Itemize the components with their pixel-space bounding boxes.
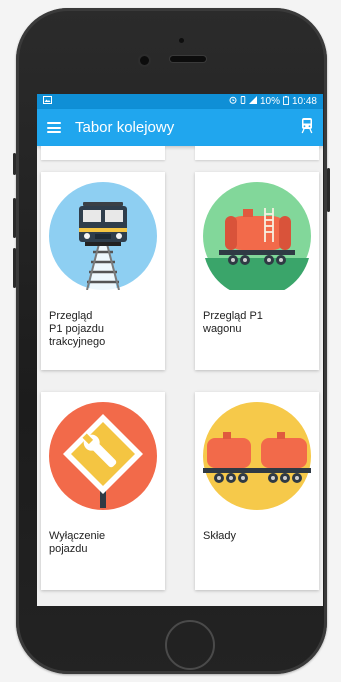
tank-wagon-icon xyxy=(203,182,311,290)
trainset-icon xyxy=(203,402,311,510)
hamburger-menu-icon[interactable] xyxy=(47,122,61,133)
vibrate-icon xyxy=(240,96,246,107)
volume-down-button xyxy=(13,248,16,288)
scrolled-card-left xyxy=(41,146,165,160)
card-label: Składy xyxy=(203,530,237,542)
home-button[interactable] xyxy=(165,620,215,670)
image-notification-icon xyxy=(43,96,52,107)
proximity-sensor xyxy=(179,38,184,43)
card-label: Przegląd P1 pojazdu trakcyjnego xyxy=(49,310,106,348)
alarm-icon xyxy=(229,96,237,107)
train-icon[interactable] xyxy=(301,117,313,139)
scrolled-card-right xyxy=(195,146,319,160)
mute-switch xyxy=(13,153,16,175)
status-bar: 10% 10:48 xyxy=(37,94,323,109)
battery-percent: 10% xyxy=(259,96,280,107)
card-wagon-inspection[interactable]: Przegląd P1 wagonu xyxy=(195,172,319,370)
wrench-sign-icon xyxy=(49,402,157,510)
card-vehicle-shutdown[interactable]: Wyłączenie pojazdu xyxy=(41,392,165,590)
front-camera xyxy=(140,56,149,65)
power-button xyxy=(327,168,330,212)
card-label: Przegląd P1 wagonu xyxy=(203,310,263,335)
signal-icon xyxy=(248,96,257,107)
earpiece-speaker xyxy=(170,56,206,62)
app-title: Tabor kolejowy xyxy=(75,119,175,136)
battery-icon xyxy=(283,95,289,108)
app-screen: 10% 10:48 Tabor kolejowy Przegląd P1 poj… xyxy=(37,94,323,606)
status-indicators: 10% 10:48 xyxy=(229,95,317,108)
volume-up-button xyxy=(13,198,16,238)
app-bar: Tabor kolejowy xyxy=(37,109,323,146)
clock-time: 10:48 xyxy=(291,96,317,107)
card-trainsets[interactable]: Składy xyxy=(195,392,319,590)
card-traction-vehicle-inspection[interactable]: Przegląd P1 pojazdu trakcyjnego xyxy=(41,172,165,370)
card-label: Wyłączenie pojazdu xyxy=(49,530,106,555)
menu-grid: Przegląd P1 pojazdu trakcyjnego Przegląd… xyxy=(37,146,323,606)
locomotive-icon xyxy=(49,182,157,290)
